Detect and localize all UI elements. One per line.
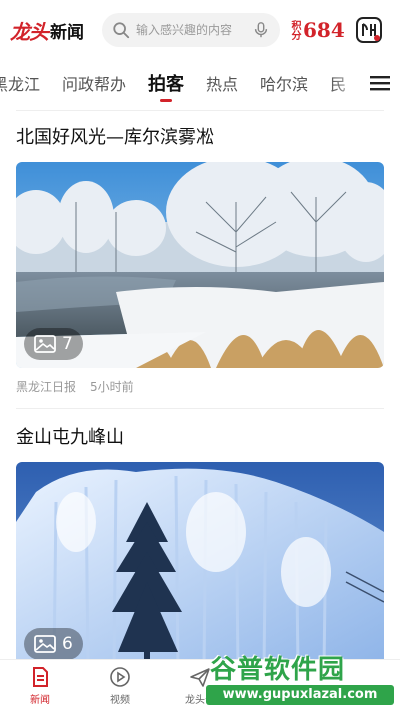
divider [16, 408, 384, 409]
image-count-badge: 6 [24, 628, 83, 660]
article-title[interactable]: 北国好风光—库尔滨雾凇 [16, 124, 384, 152]
video-icon [110, 666, 130, 687]
tab-wenzheng[interactable]: 问政帮办 [62, 60, 126, 106]
logo-mark: 龙头 [10, 19, 49, 44]
logo-text: 新闻 [50, 22, 84, 43]
image-count: 6 [62, 634, 73, 654]
article-title[interactable]: 金山屯九峰山 [16, 424, 384, 452]
app-logo[interactable]: 龙头 新闻 [10, 16, 96, 45]
search-bar[interactable] [102, 13, 280, 47]
channel-tabs: 黑龙江 问政帮办 拍客 热点 哈尔滨 民 [0, 60, 400, 106]
article-meta: 黑龙江日报 5小时前 [16, 378, 384, 395]
news-icon [33, 666, 48, 687]
tab-harbin[interactable]: 哈尔滨 [260, 60, 308, 106]
nav-label: 新闻 [30, 694, 50, 706]
channel-menu-button[interactable] [360, 60, 400, 106]
points-value: 684 [303, 18, 345, 42]
top-header: 龙头 新闻 积分 684 [0, 0, 400, 60]
nav-news[interactable]: 新闻 [0, 660, 80, 711]
watermark: 谷普软件园 www.gupuxlazal.com [206, 649, 394, 707]
tab-hot[interactable]: 热点 [206, 60, 238, 106]
image-count-badge: 7 [24, 328, 83, 360]
nav-video[interactable]: 视频 [80, 660, 160, 711]
hamburger-icon [370, 76, 390, 91]
article-card[interactable]: 金山屯九峰山 6 [16, 424, 384, 668]
image-count: 7 [62, 334, 73, 354]
points-label: 积分 [289, 20, 300, 40]
nav-label: 视频 [110, 694, 130, 706]
watermark-url: www.gupuxlazal.com [206, 685, 394, 705]
tab-heilongjiang[interactable]: 黑龙江 [0, 60, 40, 106]
tab-paike[interactable]: 拍客 [148, 60, 184, 106]
article-image[interactable]: 6 [16, 462, 384, 668]
article-image[interactable]: 7 [16, 162, 384, 368]
search-input[interactable] [130, 23, 252, 37]
article-time: 5小时前 [90, 380, 134, 394]
article-source: 黑龙江日报 [16, 380, 77, 394]
gallery-icon [34, 335, 56, 353]
search-icon [113, 22, 130, 39]
watermark-title: 谷普软件园 [210, 655, 346, 685]
article-card[interactable]: 北国好风光—库尔滨雾凇 7 黑龙江日报 5小时前 [16, 124, 384, 395]
divider [16, 110, 384, 111]
gallery-icon [34, 635, 56, 653]
microphone-icon[interactable] [252, 21, 270, 39]
points-display[interactable]: 积分 684 [288, 18, 345, 42]
profile-icon[interactable] [355, 16, 383, 44]
